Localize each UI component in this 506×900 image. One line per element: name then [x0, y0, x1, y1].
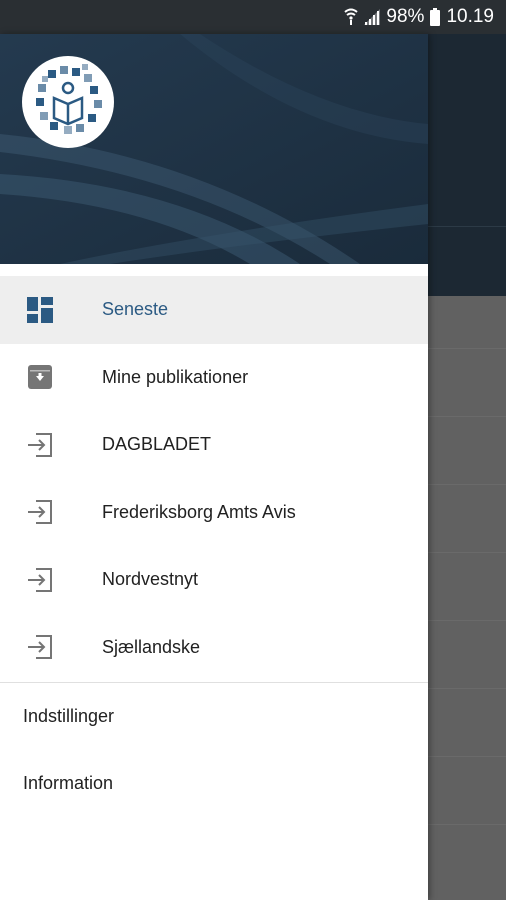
- information-item[interactable]: Information: [0, 750, 428, 817]
- login-arrow-icon: [26, 431, 54, 459]
- nav-label: Sjællandske: [102, 636, 201, 657]
- login-arrow-icon: [26, 498, 54, 526]
- nav-item-nordvestnyt[interactable]: Nordvestnyt: [0, 546, 428, 614]
- login-arrow-icon: [26, 566, 54, 594]
- status-bar: 98% 10.19: [0, 0, 506, 34]
- nav-label: Mine publikationer: [102, 366, 249, 387]
- navigation-drawer: Seneste Mine publikationer DAGBLADET Fre…: [0, 34, 428, 900]
- nav-label: DAGBLADET: [102, 434, 212, 455]
- battery-icon: [430, 8, 441, 26]
- signal-icon: [364, 9, 381, 25]
- nav-item-sjaellandske[interactable]: Sjællandske: [0, 614, 428, 682]
- nav-item-frederiksborg-amts-avis[interactable]: Frederiksborg Amts Avis: [0, 479, 428, 547]
- nav-item-mine-publikationer[interactable]: Mine publikationer: [0, 344, 428, 412]
- background-content: [428, 296, 506, 900]
- battery-percent: 98%: [386, 6, 425, 27]
- background-toolbar: [428, 34, 506, 296]
- clock: 10.19: [446, 6, 494, 27]
- login-arrow-icon: [26, 633, 54, 661]
- drawer-nav-list: Seneste Mine publikationer DAGBLADET Fre…: [0, 276, 428, 817]
- nav-label: Seneste: [102, 299, 169, 320]
- nav-item-dagbladet[interactable]: DAGBLADET: [0, 411, 428, 479]
- archive-icon: [26, 363, 54, 391]
- nav-label: Frederiksborg Amts Avis: [102, 501, 296, 522]
- drawer-header: [0, 34, 428, 264]
- wifi-icon: [344, 8, 359, 26]
- nav-item-seneste[interactable]: Seneste: [0, 276, 428, 344]
- dashboard-icon: [26, 296, 54, 324]
- app-logo: [22, 56, 114, 148]
- book-logo-icon: [28, 60, 108, 145]
- background-app-scrim[interactable]: [428, 34, 506, 900]
- settings-item[interactable]: Indstillinger: [0, 683, 428, 750]
- nav-label: Nordvestnyt: [102, 569, 199, 590]
